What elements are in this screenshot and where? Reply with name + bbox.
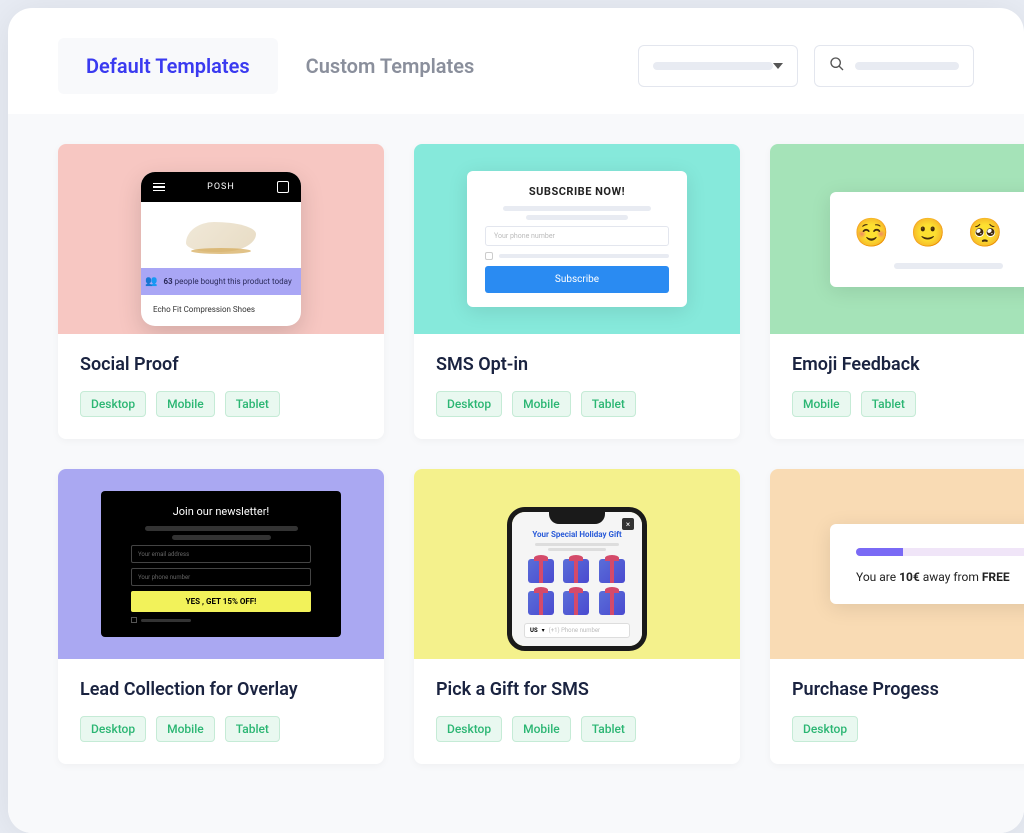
tags: Desktop Mobile Tablet [80, 391, 362, 417]
tags: Desktop Mobile Tablet [80, 716, 362, 742]
app-window: Default Templates Custom Templates POS [8, 8, 1024, 833]
product-image [153, 212, 289, 262]
phone-mockup: × Your Special Holiday Gift [507, 507, 647, 651]
tags: Desktop [792, 716, 1024, 742]
template-card-pick-a-gift[interactable]: × Your Special Holiday Gift [414, 469, 740, 764]
subscribe-button: Subscribe [485, 266, 669, 293]
preview: POSH 👥 63 people bought this product tod… [58, 144, 384, 334]
template-card-social-proof[interactable]: POSH 👥 63 people bought this product tod… [58, 144, 384, 439]
bag-icon [277, 181, 289, 193]
header: Default Templates Custom Templates [8, 8, 1024, 114]
tag-desktop: Desktop [792, 716, 858, 742]
tag-desktop: Desktop [436, 716, 502, 742]
social-proof-banner: 👥 63 people bought this product today [141, 268, 301, 295]
card-title: Pick a Gift for SMS [436, 679, 718, 700]
tag-mobile: Mobile [792, 391, 851, 417]
newsletter-box: Join our newsletter! Your email address … [101, 491, 341, 637]
tags: Desktop Mobile Tablet [436, 391, 718, 417]
tag-desktop: Desktop [80, 716, 146, 742]
card-title: Social Proof [80, 354, 362, 375]
product-name: Echo Fit Compression Shoes [153, 301, 289, 326]
newsletter-button: YES , GET 15% OFF! [131, 591, 311, 612]
tag-tablet: Tablet [581, 716, 636, 742]
preview: Join our newsletter! Your email address … [58, 469, 384, 659]
search-icon [829, 56, 845, 76]
gift-icon [563, 591, 589, 615]
template-card-purchase-progress[interactable]: You are 10€ away from FREE Purchase Prog… [770, 469, 1024, 764]
card-title: Emoji Feedback [792, 354, 1024, 375]
menu-icon [153, 183, 165, 192]
phone-country-input: US ▾ (+1) Phone number [524, 623, 630, 638]
tag-desktop: Desktop [436, 391, 502, 417]
emoji-1: ☺️ [854, 216, 889, 249]
phone-mockup: POSH 👥 63 people bought this product tod… [141, 172, 301, 326]
preview: ☺️ 🙂 🥺 😍 [770, 144, 1024, 334]
tag-mobile: Mobile [512, 716, 571, 742]
filter-select[interactable] [638, 45, 798, 87]
emoji-2: 🙂 [911, 216, 946, 249]
subscribe-heading: SUBSCRIBE NOW! [485, 185, 669, 198]
checkbox-icon [131, 617, 137, 623]
tag-mobile: Mobile [156, 391, 215, 417]
tag-tablet: Tablet [225, 391, 280, 417]
search-input[interactable] [814, 45, 974, 87]
subscribe-box: SUBSCRIBE NOW! Your phone number Subscri… [467, 171, 687, 307]
card-title: SMS Opt-in [436, 354, 718, 375]
gift-grid [528, 559, 626, 615]
progress-text: You are 10€ away from FREE [856, 570, 1024, 584]
phone-input: Your phone number [485, 226, 669, 246]
card-title: Purchase Progess [792, 679, 1024, 700]
gift-icon [563, 559, 589, 583]
tag-desktop: Desktop [80, 391, 146, 417]
gift-icon [528, 559, 554, 583]
card-title: Lead Collection for Overlay [80, 679, 362, 700]
preview: SUBSCRIBE NOW! Your phone number Subscri… [414, 144, 740, 334]
gift-icon [599, 559, 625, 583]
gift-icon [599, 591, 625, 615]
select-placeholder [653, 62, 773, 70]
emoji-3: 🥺 [968, 216, 1003, 249]
template-card-lead-collection[interactable]: Join our newsletter! Your email address … [58, 469, 384, 764]
email-input: Your email address [131, 545, 311, 563]
content-area: POSH 👥 63 people bought this product tod… [8, 114, 1024, 833]
banner-count: 63 [163, 277, 172, 286]
tags: Mobile Tablet [792, 391, 1024, 417]
tab-custom-templates[interactable]: Custom Templates [278, 38, 503, 94]
tags: Desktop Mobile Tablet [436, 716, 718, 742]
emoji-box: ☺️ 🙂 🥺 😍 [830, 192, 1024, 287]
preview: × Your Special Holiday Gift [414, 469, 740, 659]
phone-input: Your phone number [131, 568, 311, 586]
template-grid: POSH 👥 63 people bought this product tod… [58, 144, 1024, 764]
tab-default-templates[interactable]: Default Templates [58, 38, 278, 94]
template-card-sms-opt-in[interactable]: SUBSCRIBE NOW! Your phone number Subscri… [414, 144, 740, 439]
tag-mobile: Mobile [156, 716, 215, 742]
gift-icon [528, 591, 554, 615]
tag-mobile: Mobile [512, 391, 571, 417]
search-placeholder [855, 62, 959, 70]
people-icon: 👥 [145, 276, 157, 287]
progress-bar [856, 548, 1024, 556]
template-card-emoji-feedback[interactable]: ☺️ 🙂 🥺 😍 Emoji Feedback Mobile Tablet [770, 144, 1024, 439]
close-icon: × [622, 518, 634, 530]
newsletter-heading: Join our newsletter! [131, 505, 311, 518]
progress-box: You are 10€ away from FREE [830, 524, 1024, 604]
preview: You are 10€ away from FREE [770, 469, 1024, 659]
brand-label: POSH [207, 182, 235, 192]
chevron-down-icon [773, 63, 783, 69]
tag-tablet: Tablet [861, 391, 916, 417]
checkbox-icon [485, 252, 493, 260]
tag-tablet: Tablet [581, 391, 636, 417]
tag-tablet: Tablet [225, 716, 280, 742]
banner-text: people bought this product today [175, 277, 292, 286]
gift-heading: Your Special Holiday Gift [524, 530, 630, 539]
